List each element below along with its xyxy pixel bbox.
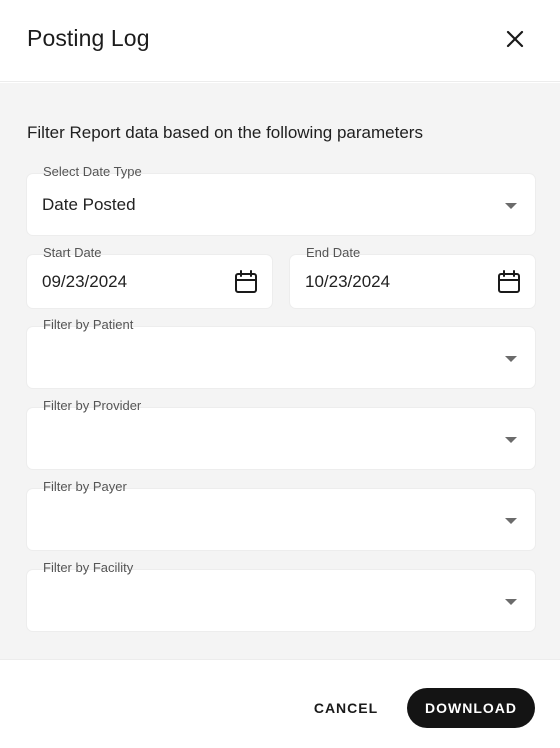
payer-filter-select[interactable]: Filter by Payer	[27, 480, 535, 550]
facility-filter-label: Filter by Facility	[43, 560, 134, 575]
cancel-button[interactable]: CANCEL	[304, 690, 388, 726]
facility-filter-select[interactable]: Filter by Facility	[27, 561, 535, 631]
filter-description: Filter Report data based on the followin…	[27, 123, 423, 142]
provider-filter-label: Filter by Provider	[43, 398, 142, 413]
start-date-field[interactable]: Start Date 09/23/2024	[27, 246, 272, 308]
provider-filter-select[interactable]: Filter by Provider	[27, 399, 535, 469]
download-button[interactable]: DOWNLOAD	[407, 688, 535, 728]
calendar-icon[interactable]	[233, 269, 259, 295]
chevron-down-icon	[505, 202, 517, 209]
chevron-down-icon	[505, 517, 517, 524]
dialog-footer: CANCEL DOWNLOAD	[0, 659, 560, 748]
end-date-value: 10/23/2024	[305, 271, 391, 291]
chevron-down-icon	[505, 598, 517, 605]
close-icon	[506, 30, 524, 48]
date-type-value: Date Posted	[42, 194, 136, 214]
dialog-title: Posting Log	[27, 25, 150, 51]
dialog-body: Filter Report data based on the followin…	[0, 83, 560, 659]
end-date-field[interactable]: End Date 10/23/2024	[290, 246, 535, 308]
chevron-down-icon	[505, 436, 517, 443]
patient-filter-label: Filter by Patient	[43, 317, 134, 332]
payer-filter-label: Filter by Payer	[43, 479, 127, 494]
date-type-select[interactable]: Select Date Type Date Posted	[27, 165, 535, 235]
chevron-down-icon	[505, 355, 517, 362]
calendar-icon[interactable]	[496, 269, 522, 295]
dialog-header: Posting Log	[0, 0, 560, 82]
patient-filter-select[interactable]: Filter by Patient	[27, 318, 535, 388]
close-button[interactable]	[502, 26, 528, 52]
start-date-value: 09/23/2024	[42, 271, 128, 291]
